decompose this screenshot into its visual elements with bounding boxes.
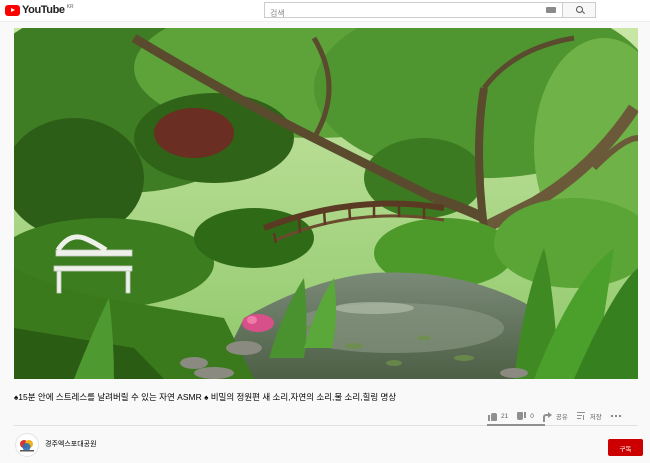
like-button[interactable]: 21 (488, 412, 508, 421)
logo-text: YouTube (22, 4, 65, 16)
video-player[interactable] (14, 28, 638, 379)
save-button[interactable]: 저장 (576, 411, 602, 421)
channel-name[interactable]: 경주엑스포대공원 (45, 439, 97, 449)
search-icon (576, 6, 583, 13)
search-button[interactable] (563, 2, 596, 18)
video-title-text-1: 15분 안에 스트레스를 날려버릴 수 있는 자연 ASMR (18, 392, 205, 402)
video-actions: 21 0 공유 저장 (488, 410, 630, 422)
meta-divider (14, 424, 638, 426)
share-label: 공유 (555, 414, 568, 421)
search-input[interactable] (265, 6, 562, 21)
thumbs-up-icon (488, 412, 497, 421)
masthead: YouTube KR (0, 0, 650, 22)
more-icon[interactable] (610, 415, 621, 417)
share-icon (542, 412, 552, 422)
subscribe-button[interactable]: 구독 (608, 439, 643, 456)
video-frame-garden-scene (14, 28, 638, 379)
like-ratio-bar (487, 424, 545, 426)
youtube-logo-icon (5, 5, 20, 16)
keyboard-icon[interactable] (546, 7, 556, 13)
video-title: ♠15분 안에 스트레스를 날려버릴 수 있는 자연 ASMR ♠ 비밀의 정원… (14, 391, 396, 404)
like-count: 21 (501, 412, 509, 420)
save-label: 저장 (589, 414, 602, 421)
thumbs-down-icon (517, 412, 526, 421)
country-code: KR (66, 4, 74, 10)
youtube-logo[interactable]: YouTube KR (5, 3, 74, 18)
dislike-count: 0 (530, 412, 534, 420)
save-playlist-icon (576, 412, 586, 420)
search-box (264, 2, 563, 21)
video-title-text-2: 비밀의 정원편 새 소리,자연의 소리,물 소리,힐링 명상 (208, 392, 397, 402)
dislike-button[interactable]: 0 (517, 412, 534, 421)
channel-avatar[interactable] (15, 433, 39, 457)
channel-logo-icon (20, 440, 34, 452)
share-button[interactable]: 공유 (542, 411, 568, 422)
